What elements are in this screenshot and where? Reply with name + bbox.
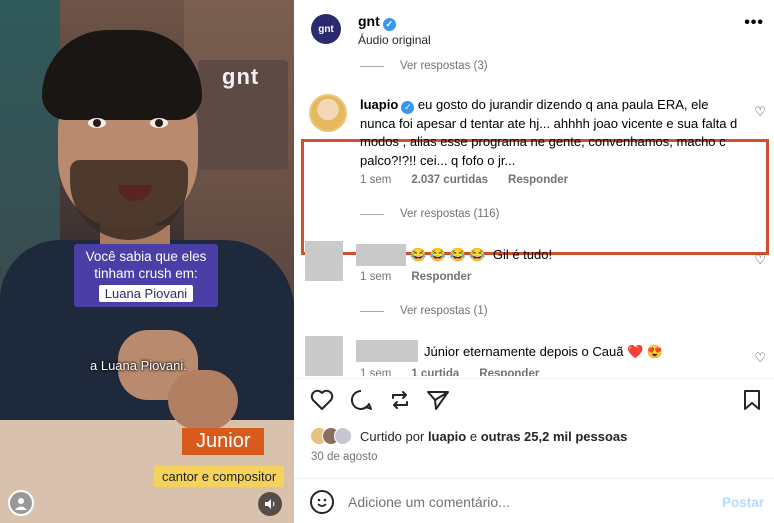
liked-by-user[interactable]: luapio: [428, 429, 466, 444]
comment-body: Júnior eternamente depois o Cauã ❤️ 😍: [424, 343, 663, 362]
comment-text: Júnior eternamente depois o Cauã: [424, 344, 624, 359]
speaker-icon-glyph: [265, 499, 275, 509]
comment-body: luapio ✓ eu gosto do jurandir dizendo q a…: [360, 96, 744, 170]
heart-icon-glyph: [310, 389, 334, 410]
comment-meta: 1 sem Responder: [360, 271, 471, 283]
view-replies-button[interactable]: Ver respostas (1): [360, 305, 488, 317]
video-player[interactable]: gnt Você sabia que eles tinham crush em:…: [0, 0, 294, 523]
post-button[interactable]: Postar: [722, 495, 764, 510]
user-icon-glyph: [15, 498, 27, 510]
caption-question: Você sabia que eles tinham crush em:: [85, 249, 207, 281]
view-replies-button[interactable]: Ver respostas (3): [360, 60, 488, 72]
verified-icon: ✓: [382, 18, 396, 31]
heart-icon[interactable]: [310, 389, 334, 415]
comment-likes[interactable]: 2.037 curtidas: [411, 174, 488, 186]
liked-by-text: Curtido por luapio e outras 25,2 mil pes…: [360, 429, 627, 444]
comment-meta: 1 sem 2.037 curtidas Responder: [360, 174, 568, 186]
comment-text: Gil é tudo!: [492, 247, 553, 262]
view-replies-button[interactable]: Ver respostas (116): [360, 208, 500, 220]
account-name[interactable]: gnt: [358, 13, 380, 29]
verified-icon: ✓: [401, 101, 415, 114]
post-panel: gnt gnt ✓ Áudio original ••• Ver resposta…: [294, 0, 774, 523]
comment-text: eu gosto do jurandir dizendo q ana paula…: [360, 97, 738, 168]
action-bar: [294, 378, 774, 422]
liked-by-row[interactable]: Curtido por luapio e outras 25,2 mil pes…: [310, 427, 627, 445]
comment-time[interactable]: 1 sem: [360, 271, 391, 283]
comment-icon[interactable]: [349, 389, 373, 415]
account-avatar[interactable]: gnt: [311, 14, 341, 44]
post-header: gnt gnt ✓ Áudio original •••: [294, 0, 774, 60]
caption-name: Luana Piovani: [98, 285, 194, 302]
liked-by-connector: e: [469, 428, 478, 444]
audio-label[interactable]: Áudio original: [358, 33, 431, 47]
add-comment-bar: Postar: [294, 478, 774, 523]
redacted-username: [356, 244, 406, 266]
comment-time[interactable]: 1 sem: [360, 368, 391, 376]
comment-emojis: 😂 😂 😂 😂: [410, 247, 486, 262]
comment-emojis: ❤️ 😍: [627, 344, 664, 359]
name-tag: Junior: [182, 428, 265, 455]
reply-button[interactable]: Responder: [479, 368, 539, 376]
speaker-icon[interactable]: [258, 492, 282, 516]
comment-icon-glyph: [350, 389, 372, 410]
comment-username[interactable]: luapio: [360, 97, 398, 112]
liked-by-prefix: Curtido por: [360, 428, 425, 444]
share-icon[interactable]: [426, 389, 450, 415]
user-icon[interactable]: [8, 490, 34, 516]
bookmark-icon-glyph: [744, 390, 760, 410]
person-eye-left: [88, 118, 106, 128]
comment-time[interactable]: 1 sem: [360, 174, 391, 186]
heart-icon[interactable]: ♡: [754, 252, 766, 268]
redacted-avatar: [305, 336, 343, 376]
smile-icon-glyph: [317, 498, 327, 507]
video-subtitle: a Luana Piovani.: [90, 358, 187, 373]
share-icon-glyph: [427, 391, 449, 410]
comment-meta: 1 sem 1 curtida Responder: [360, 368, 539, 376]
comments-list[interactable]: Ver respostas (3) luapio ✓ eu gosto do ju…: [294, 60, 774, 376]
redacted-avatar: [305, 241, 343, 281]
person-hand-right: [168, 370, 238, 430]
person-hair: [42, 30, 202, 120]
heart-icon[interactable]: ♡: [754, 350, 766, 366]
heart-icon[interactable]: ♡: [754, 104, 766, 120]
person-eye-right: [150, 118, 168, 128]
repost-icon[interactable]: [388, 389, 412, 415]
post-date[interactable]: 30 de agosto: [311, 451, 378, 463]
account-name-row: gnt ✓: [358, 13, 396, 31]
reply-button[interactable]: Responder: [411, 271, 471, 283]
question-caption: Você sabia que eles tinham crush em: Lua…: [74, 244, 218, 307]
redacted-username: [356, 340, 418, 362]
bookmark-icon[interactable]: [742, 389, 762, 415]
more-options-button[interactable]: •••: [744, 14, 764, 32]
liker-avatar: [334, 427, 352, 445]
comment-avatar[interactable]: [309, 94, 347, 132]
comment-likes[interactable]: 1 curtida: [411, 368, 459, 376]
repost-icon-glyph: [392, 391, 408, 409]
reply-button[interactable]: Responder: [508, 174, 568, 186]
channel-watermark: gnt: [222, 64, 260, 89]
smile-icon[interactable]: [310, 490, 334, 514]
role-tag: cantor e compositor: [154, 466, 285, 487]
comment-body: 😂 😂 😂 😂 Gil é tudo!: [410, 246, 552, 265]
liked-by-others[interactable]: outras 25,2 mil pessoas: [481, 429, 628, 444]
comment-input[interactable]: [348, 492, 688, 512]
